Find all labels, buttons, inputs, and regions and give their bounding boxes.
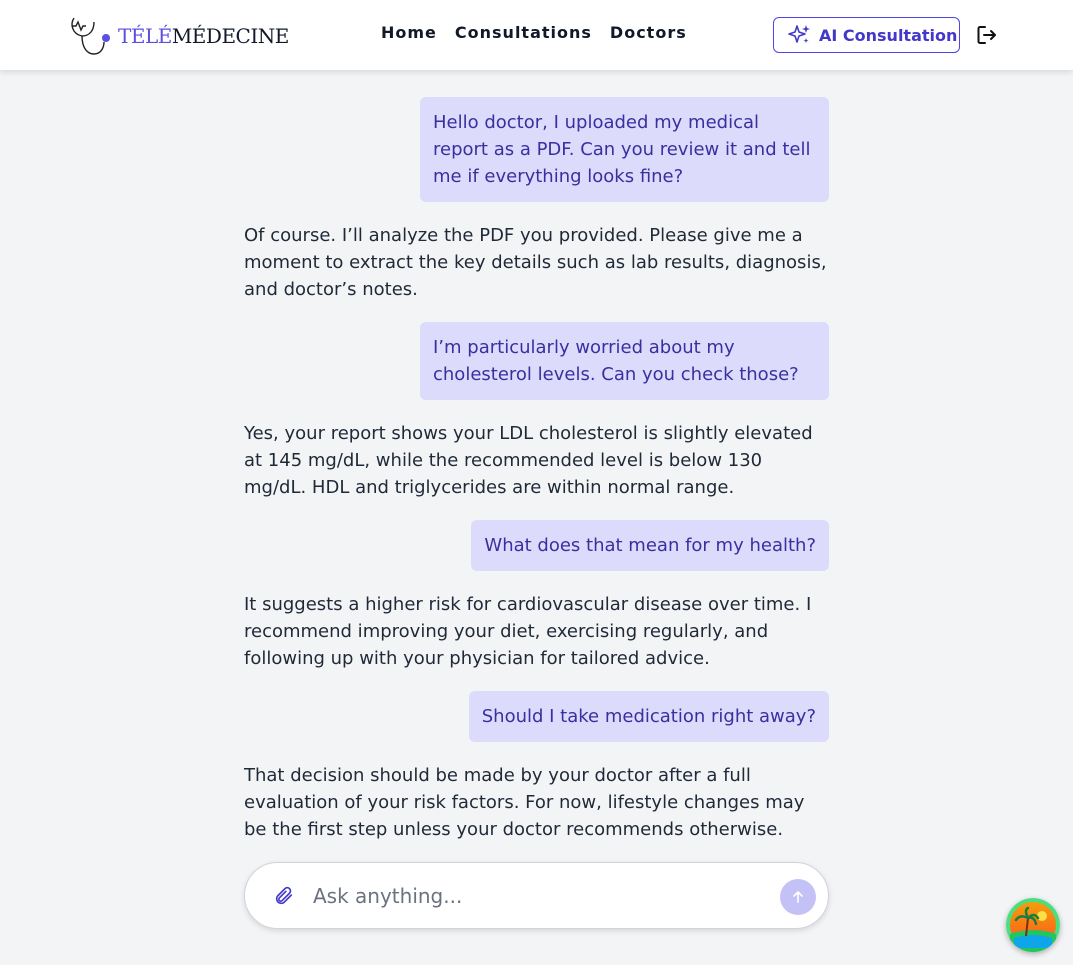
brand-logo[interactable]: TÉLÉMÉDECINE xyxy=(68,14,289,58)
assistant-message: That decision should be made by your doc… xyxy=(244,765,805,840)
nav-doctors[interactable]: Doctors xyxy=(610,23,687,42)
navbar: TÉLÉMÉDECINE Home Consultations Doctors … xyxy=(0,0,1073,70)
nav-consultations[interactable]: Consultations xyxy=(455,23,592,42)
user-message: I’m particularly worried about my choles… xyxy=(420,322,829,400)
brand-name: TÉLÉMÉDECINE xyxy=(118,24,289,48)
logout-icon[interactable] xyxy=(976,24,998,46)
beach-avatar-icon xyxy=(1006,898,1060,952)
ai-consultation-label: AI Consultation xyxy=(819,25,958,45)
nav-home[interactable]: Home xyxy=(381,23,437,42)
avatar[interactable] xyxy=(1006,898,1060,952)
assistant-message: Of course. I’ll analyze the PDF you prov… xyxy=(244,225,827,300)
ai-consultation-button[interactable]: AI Consultation xyxy=(773,17,960,53)
assistant-message: It suggests a higher risk for cardiovasc… xyxy=(244,594,812,669)
arrow-up-icon xyxy=(793,891,803,903)
stethoscope-icon xyxy=(71,17,110,55)
send-button[interactable] xyxy=(780,879,816,915)
chat-composer xyxy=(244,862,829,929)
user-message: Hello doctor, I uploaded my medical repo… xyxy=(420,97,829,202)
ask-input[interactable] xyxy=(313,877,763,915)
user-message: Should I take medication right away? xyxy=(468,691,829,742)
paperclip-icon[interactable] xyxy=(273,885,295,907)
nav-links: Home Consultations Doctors xyxy=(381,23,705,42)
assistant-message: Yes, your report shows your LDL choleste… xyxy=(244,423,813,498)
sparkles-icon xyxy=(788,25,810,43)
user-message: What does that mean for my health? xyxy=(471,520,829,571)
